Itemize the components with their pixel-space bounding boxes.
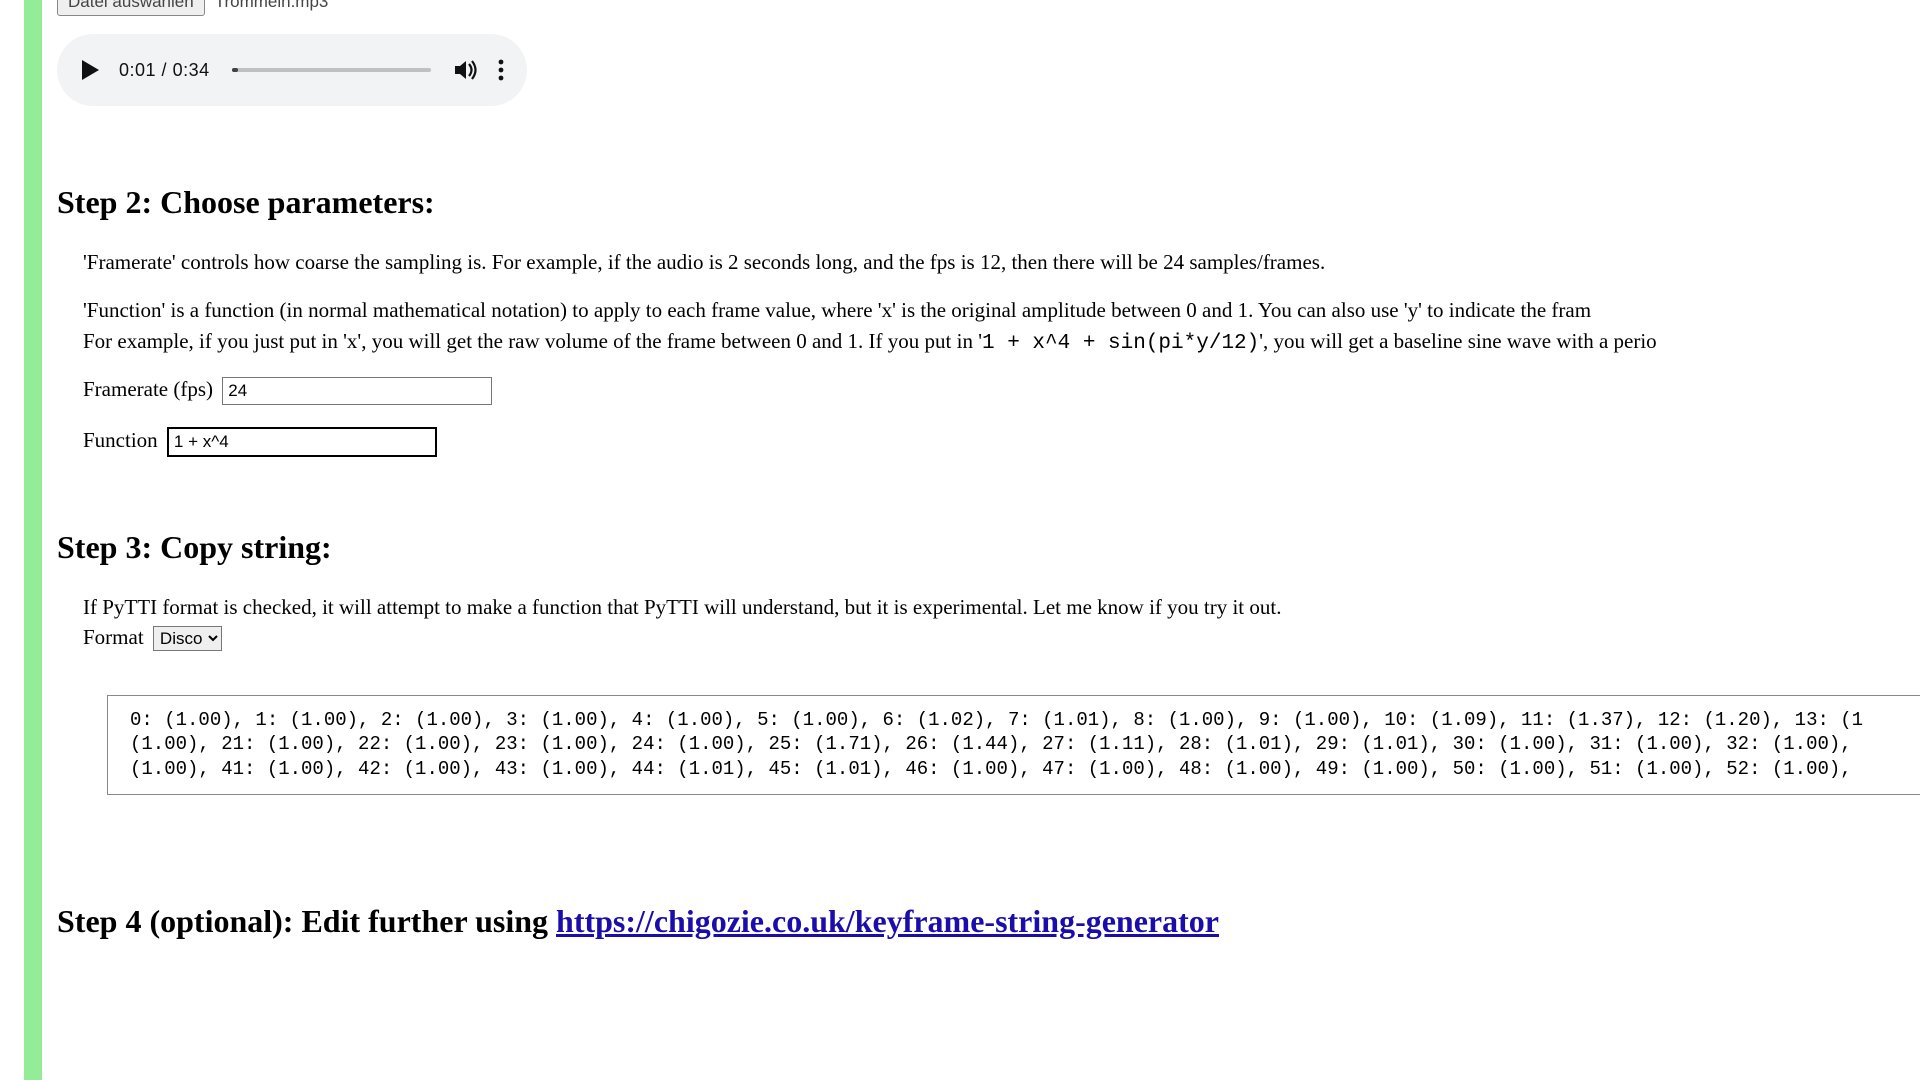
output-line-2: (1.00), 21: (1.00), 22: (1.00), 23: (1.0…: [130, 733, 1852, 755]
step3-block: If PyTTI format is checked, it will atte…: [57, 592, 1920, 650]
audio-time: 0:01 / 0:34: [119, 60, 210, 81]
step3-paragraph: If PyTTI format is checked, it will atte…: [83, 592, 1920, 622]
framerate-label: Framerate (fps): [83, 377, 213, 401]
step2-paragraph-function: 'Function' is a function (in normal math…: [57, 295, 1920, 359]
choose-file-button[interactable]: Datei auswählen: [57, 0, 205, 16]
audio-player: 0:01 / 0:34: [57, 34, 527, 106]
audio-current-time: 0:01: [119, 60, 156, 80]
framerate-input[interactable]: [222, 377, 492, 405]
file-picker-row: Datei auswählen Trommeln.mp3: [57, 0, 1920, 16]
output-string-box[interactable]: 0: (1.00), 1: (1.00), 2: (1.00), 3: (1.0…: [107, 695, 1920, 795]
audio-duration: 0:34: [173, 60, 210, 80]
seek-progress: [232, 68, 238, 72]
format-select[interactable]: Disco: [153, 626, 222, 651]
function-label: Function: [83, 428, 158, 452]
volume-icon[interactable]: [453, 58, 479, 82]
kebab-menu-icon[interactable]: [497, 58, 505, 82]
format-row: Format Disco: [83, 625, 1920, 651]
keyframe-generator-link[interactable]: https://chigozie.co.uk/keyframe-string-g…: [556, 903, 1219, 939]
step2-p2-part-b: For example, if you just put in 'x', you…: [83, 329, 982, 353]
output-line-1: 0: (1.00), 1: (1.00), 2: (1.00), 3: (1.0…: [130, 709, 1863, 731]
left-accent-bar: [24, 0, 42, 1080]
step4-heading-prefix: Step 4 (optional): Edit further using: [57, 903, 556, 939]
framerate-row: Framerate (fps): [57, 377, 1920, 405]
step2-p2-part-a: 'Function' is a function (in normal math…: [83, 298, 1591, 322]
function-input[interactable]: [167, 427, 437, 457]
main-content: Datei auswählen Trommeln.mp3 0:01 / 0:34…: [57, 0, 1920, 966]
step4-heading: Step 4 (optional): Edit further using ht…: [57, 903, 1920, 940]
format-label: Format: [83, 625, 144, 649]
step2-p2-part-c: ', you will get a baseline sine wave wit…: [1259, 329, 1656, 353]
play-icon[interactable]: [79, 58, 101, 82]
function-row: Function: [57, 427, 1920, 457]
step2-heading: Step 2: Choose parameters:: [57, 184, 1920, 221]
seek-bar[interactable]: [232, 68, 431, 72]
step3-heading: Step 3: Copy string:: [57, 529, 1920, 566]
step2-paragraph-framerate: 'Framerate' controls how coarse the samp…: [57, 247, 1920, 277]
output-line-3: (1.00), 41: (1.00), 42: (1.00), 43: (1.0…: [130, 758, 1852, 780]
chosen-filename: Trommeln.mp3: [215, 0, 329, 12]
step2-p2-code: 1 + x^4 + sin(pi*y/12): [982, 332, 1259, 355]
